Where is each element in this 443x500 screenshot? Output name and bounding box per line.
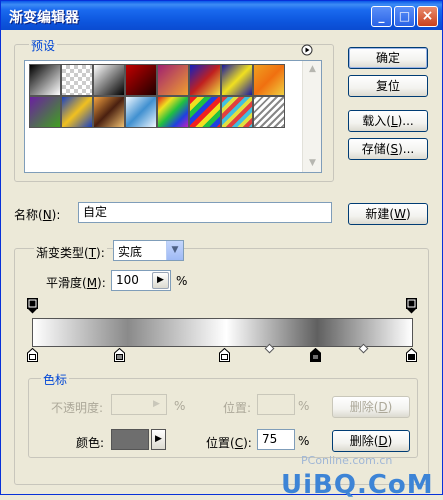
color-delete-label: 删除(	[349, 434, 379, 448]
color-swatch[interactable]	[111, 429, 149, 450]
gradient-type-label-key: T	[88, 246, 97, 260]
presets-menu-icon[interactable]	[301, 44, 313, 56]
maximize-button[interactable]: □	[394, 6, 415, 27]
smoothness-label-text: 平滑度(	[46, 276, 87, 290]
scroll-up-icon[interactable]: ▲	[303, 61, 322, 78]
new-button[interactable]: 新建(W)	[348, 203, 428, 225]
gradient-preview-bar[interactable]	[32, 318, 413, 347]
color-delete-suffix: )	[387, 434, 393, 448]
color-position-label-suffix: ):	[243, 436, 252, 450]
name-label-key: N	[42, 208, 52, 222]
opacity-delete-suffix: )	[387, 400, 393, 414]
color-stop-1-icon[interactable]	[27, 348, 38, 362]
gradient-type-label-suffix: ):	[96, 246, 105, 260]
close-button[interactable]: ×	[417, 6, 438, 27]
smoothness-label-suffix: ):	[97, 276, 106, 290]
name-label-text: 名称(	[14, 208, 43, 222]
preset-swatch[interactable]	[61, 96, 93, 128]
color-label: 颜色:	[76, 436, 105, 450]
smoothness-label: 平滑度(M):	[46, 274, 106, 291]
preset-swatch[interactable]	[221, 64, 253, 96]
gradient-type-label: 渐变类型(T):	[34, 244, 107, 261]
opacity-position-label: 位置:	[223, 401, 252, 415]
preset-swatch[interactable]	[221, 96, 253, 128]
name-label-suffix: ):	[51, 208, 61, 222]
preset-swatch[interactable]	[93, 96, 125, 128]
opacity-label: 不透明度:	[51, 401, 104, 415]
reset-button[interactable]: 复位	[348, 75, 428, 97]
presets-group-label: 预设	[29, 37, 58, 54]
preset-swatch[interactable]	[61, 64, 93, 96]
preset-swatch[interactable]	[157, 96, 189, 128]
opacity-unit: %	[174, 399, 186, 413]
save-button[interactable]: 存储(S)...	[348, 138, 428, 160]
opacity-input[interactable]: ▶	[111, 394, 167, 415]
load-button-key: L	[390, 114, 398, 128]
gradient-type-label-text: 渐变类型(	[36, 246, 89, 260]
watermark-logo: UiBQ.CoM	[281, 470, 434, 500]
color-stop-5-icon[interactable]	[406, 348, 417, 362]
load-button-label: 载入(	[362, 114, 391, 128]
color-position-label: 位置(C):	[206, 434, 252, 451]
color-position-unit: %	[298, 434, 310, 448]
preset-swatch[interactable]	[29, 96, 61, 128]
save-button-label: 存储(	[361, 142, 391, 156]
preset-swatch[interactable]	[253, 96, 285, 128]
name-input[interactable]: 自定	[78, 202, 332, 223]
color-delete-key: D	[378, 434, 388, 448]
color-menu-arrow-icon[interactable]: ▶	[151, 429, 166, 450]
new-button-label: 新建(	[365, 207, 395, 221]
save-button-suffix: )...	[398, 142, 415, 156]
title-bar[interactable]: 渐变编辑器 _ □ ×	[1, 1, 442, 30]
scroll-down-icon[interactable]: ▼	[303, 155, 322, 172]
window-title: 渐变编辑器	[9, 10, 79, 26]
opacity-delete-key: D	[378, 400, 388, 414]
preset-swatch[interactable]	[253, 64, 285, 96]
color-stop-2-icon[interactable]	[114, 348, 125, 362]
dialog-client-area: 预设 ▲ ▼ 确定 复位 载入(L)... 存储(S)... 名称(N): 自定…	[1, 30, 442, 500]
opacity-position-unit: %	[298, 399, 310, 413]
minimize-button[interactable]: _	[371, 6, 392, 27]
presets-scrollbar[interactable]: ▲ ▼	[302, 61, 321, 172]
stops-group-label: 色标	[41, 371, 70, 388]
smoothness-value: 100	[116, 273, 139, 287]
smoothness-input[interactable]: 100 ▶	[111, 270, 171, 291]
preset-swatch[interactable]	[189, 96, 221, 128]
load-button[interactable]: 载入(L)...	[348, 110, 428, 132]
load-button-suffix: )...	[397, 114, 414, 128]
color-delete-button[interactable]: 删除(D)	[332, 430, 410, 452]
color-stop-4-selected-icon[interactable]	[310, 348, 321, 362]
name-label: 名称(N):	[14, 206, 60, 223]
preset-swatch[interactable]	[29, 64, 61, 96]
save-button-key: S	[390, 142, 399, 156]
chevron-down-icon[interactable]: ▼	[166, 241, 183, 260]
opacity-slider-icon[interactable]: ▶	[148, 396, 165, 413]
color-position-input[interactable]: 75	[257, 429, 295, 450]
preset-swatch[interactable]	[157, 64, 189, 96]
smoothness-unit: %	[176, 274, 188, 288]
opacity-stop-left-icon[interactable]	[27, 298, 38, 314]
new-button-key: W	[394, 207, 406, 221]
gradient-editor-window: 渐变编辑器 _ □ × 预设 ▲ ▼ 确定 复位 载入(L)... 存储(S).…	[0, 0, 443, 500]
gradient-type-value: 实底	[118, 245, 143, 259]
opacity-position-input[interactable]	[257, 394, 295, 415]
preset-swatch[interactable]	[189, 64, 221, 96]
opacity-delete-label: 删除(	[349, 400, 379, 414]
gradient-type-select[interactable]: 实底 ▼	[113, 240, 184, 261]
preset-swatch[interactable]	[125, 96, 157, 128]
watermark-subtext: PConline.com.cn	[301, 454, 393, 467]
opacity-stop-right-icon[interactable]	[406, 298, 417, 314]
color-position-label-text: 位置(	[206, 436, 235, 450]
smoothness-slider-icon[interactable]: ▶	[152, 272, 169, 289]
presets-list[interactable]	[24, 60, 322, 173]
preset-swatch[interactable]	[125, 64, 157, 96]
color-position-label-key: C	[234, 436, 244, 450]
ok-button[interactable]: 确定	[348, 47, 428, 69]
opacity-delete-button[interactable]: 删除(D)	[332, 396, 410, 418]
smoothness-label-key: M	[86, 276, 98, 290]
preset-swatch[interactable]	[93, 64, 125, 96]
color-stop-3-icon[interactable]	[219, 348, 230, 362]
new-button-suffix: )	[405, 207, 411, 221]
